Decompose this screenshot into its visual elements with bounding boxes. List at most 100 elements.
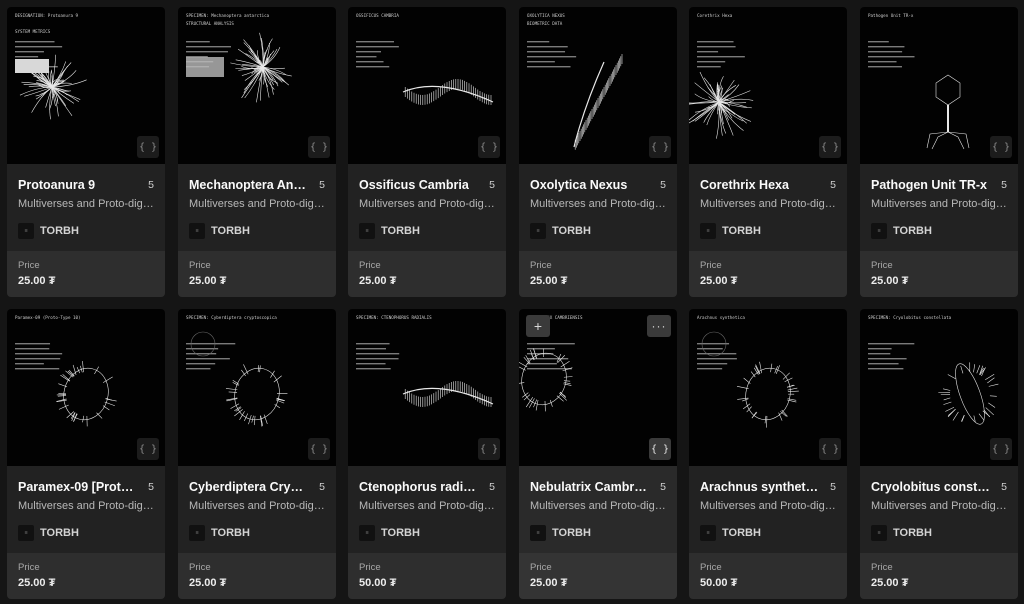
card-title[interactable]: Ossificus Cambria	[359, 178, 479, 192]
creator[interactable]: ≡ TORBH	[530, 525, 591, 541]
data-line	[186, 51, 228, 53]
collection-card-10[interactable]: NEBULATRIX CAMBRIENSIS { } + ··· Nebulatr…	[519, 309, 677, 599]
price-label: Price	[871, 260, 893, 271]
edition-count: 5	[319, 179, 325, 191]
creator-name[interactable]: TORBH	[381, 225, 420, 237]
spec-label: SPECIMEN: Cryolobitus constellata	[868, 315, 952, 320]
creator-name[interactable]: TORBH	[552, 225, 591, 237]
creator[interactable]: ≡ TORBH	[871, 223, 932, 239]
creator-name[interactable]: TORBH	[211, 225, 250, 237]
cilia	[742, 398, 749, 402]
more-options-icon[interactable]: ···	[647, 315, 671, 337]
creator[interactable]: ≡ TORBH	[18, 525, 79, 541]
spec-label: Pathogen Unit TR-x	[868, 13, 914, 18]
collection-card-11[interactable]: Arachnus synthetica { } Arachnus synthet…	[689, 309, 847, 599]
data-line	[186, 353, 217, 355]
card-title[interactable]: Mechanoptera Antarctica	[189, 178, 309, 192]
price-label: Price	[700, 260, 722, 271]
creator-name[interactable]: TORBH	[893, 527, 932, 539]
creator-name[interactable]: TORBH	[893, 225, 932, 237]
spec-label: DESIGNATION: Protoanura 9	[15, 13, 79, 18]
creator-name[interactable]: TORBH	[722, 225, 761, 237]
creator[interactable]: ≡ TORBH	[359, 223, 420, 239]
code-icon[interactable]: { }	[308, 438, 330, 460]
code-icon[interactable]: { }	[137, 438, 159, 460]
edition-count: 5	[148, 481, 154, 493]
price-box: Price 25.00 ₮	[178, 251, 336, 297]
code-icon[interactable]: { }	[308, 136, 330, 158]
card-thumbnail[interactable]: SPECIMEN: CTENOPHORUS RADIALIS { }	[348, 309, 506, 466]
creator-name[interactable]: TORBH	[722, 527, 761, 539]
creator[interactable]: ≡ TORBH	[700, 223, 761, 239]
card-subtitle: Multiverses and Proto-digital Entities	[359, 500, 497, 512]
card-title[interactable]: Arachnus synthetica	[700, 480, 820, 494]
creator-name[interactable]: TORBH	[40, 527, 79, 539]
card-thumbnail[interactable]: Arachnus synthetica { }	[689, 309, 847, 466]
collection-card-6[interactable]: Pathogen Unit TR-x { } Pathogen Unit TR-…	[860, 7, 1018, 297]
collection-card-1[interactable]: DESIGNATION: Protoanura 9 SYSTEM METRICS …	[7, 7, 165, 297]
creator-name[interactable]: TORBH	[40, 225, 79, 237]
collection-card-9[interactable]: SPECIMEN: CTENOPHORUS RADIALIS { } Cteno…	[348, 309, 506, 599]
collection-card-8[interactable]: SPECIMEN: Cyberdiptera cryptoscopica { }…	[178, 309, 336, 599]
code-icon[interactable]: { }	[990, 136, 1012, 158]
code-icon[interactable]: { }	[478, 438, 500, 460]
cilia	[943, 397, 951, 401]
edition-count: 5	[660, 481, 666, 493]
card-thumbnail[interactable]: SPECIMEN: Mechanoptera antarctica STRUCTU…	[178, 7, 336, 164]
data-line	[15, 56, 39, 58]
collection-card-3[interactable]: OSSIFICUS CAMBRIA { } Ossificus Cambria …	[348, 7, 506, 297]
edition-count: 5	[319, 481, 325, 493]
card-title[interactable]: Paramex-09 [Proto-Type 10]	[18, 480, 138, 494]
creator-name[interactable]: TORBH	[552, 527, 591, 539]
card-title[interactable]: Nebulatrix Cambriensis	[530, 480, 650, 494]
card-thumbnail[interactable]: OSSIFICUS CAMBRIA { }	[348, 7, 506, 164]
code-icon[interactable]: { }	[990, 438, 1012, 460]
code-icon[interactable]: { }	[819, 136, 841, 158]
card-title[interactable]: Corethrix Hexa	[700, 178, 820, 192]
collection-card-4[interactable]: OXOLYTICA NEXUS BIOMETRIC DATA { } Oxolyt…	[519, 7, 677, 297]
card-thumbnail[interactable]: Corethrix Hexa { }	[689, 7, 847, 164]
filament	[718, 90, 751, 103]
creator[interactable]: ≡ TORBH	[18, 223, 79, 239]
collection-card-7[interactable]: Paramex-09 (Proto-Type 10) { } Paramex-0…	[7, 309, 165, 599]
creator[interactable]: ≡ TORBH	[530, 223, 591, 239]
cilia	[945, 406, 955, 412]
code-icon[interactable]: { }	[819, 438, 841, 460]
collection-card-5[interactable]: Corethrix Hexa { } Corethrix Hexa 5 Mult…	[689, 7, 847, 297]
spec-label: OSSIFICUS CAMBRIA	[356, 13, 399, 18]
body-outline	[63, 367, 109, 421]
card-title[interactable]: Cyberdiptera Cryptoscopica	[189, 480, 309, 494]
card-thumbnail[interactable]: Pathogen Unit TR-x { }	[860, 7, 1018, 164]
creator-name[interactable]: TORBH	[211, 527, 250, 539]
data-line	[15, 358, 61, 360]
cilia	[952, 411, 959, 421]
cilia	[244, 413, 248, 422]
card-thumbnail[interactable]: SPECIMEN: Cryolobitus constellata { }	[860, 309, 1018, 466]
card-title[interactable]: Cryolobitus constellata	[871, 480, 991, 494]
code-icon[interactable]: { }	[478, 136, 500, 158]
collection-card-2[interactable]: SPECIMEN: Mechanoptera antarctica STRUCTU…	[178, 7, 336, 297]
add-icon[interactable]: +	[526, 315, 550, 337]
collection-card-12[interactable]: SPECIMEN: Cryolobitus constellata { } Cr…	[860, 309, 1018, 599]
code-icon[interactable]: { }	[649, 136, 671, 158]
card-title[interactable]: Oxolytica Nexus	[530, 178, 650, 192]
creator-avatar-icon: ≡	[359, 525, 375, 541]
spec-label: BIOMETRIC DATA	[527, 21, 563, 26]
card-title[interactable]: Pathogen Unit TR-x	[871, 178, 991, 192]
code-icon[interactable]: { }	[137, 136, 159, 158]
data-line	[356, 348, 387, 350]
card-thumbnail[interactable]: OXOLYTICA NEXUS BIOMETRIC DATA { }	[519, 7, 677, 164]
creator[interactable]: ≡ TORBH	[359, 525, 420, 541]
card-thumbnail[interactable]: DESIGNATION: Protoanura 9 SYSTEM METRICS …	[7, 7, 165, 164]
card-title[interactable]: Ctenophorus radialis	[359, 480, 479, 494]
creator-name[interactable]: TORBH	[381, 527, 420, 539]
card-title[interactable]: Protoanura 9	[18, 178, 138, 192]
card-thumbnail[interactable]: Paramex-09 (Proto-Type 10) { }	[7, 309, 165, 466]
card-thumbnail[interactable]: NEBULATRIX CAMBRIENSIS { } + ···	[519, 309, 677, 466]
creator[interactable]: ≡ TORBH	[189, 223, 250, 239]
code-icon[interactable]: { }	[649, 438, 671, 460]
card-thumbnail[interactable]: SPECIMEN: Cyberdiptera cryptoscopica { }	[178, 309, 336, 466]
creator[interactable]: ≡ TORBH	[700, 525, 761, 541]
creator[interactable]: ≡ TORBH	[871, 525, 932, 541]
creator[interactable]: ≡ TORBH	[189, 525, 250, 541]
